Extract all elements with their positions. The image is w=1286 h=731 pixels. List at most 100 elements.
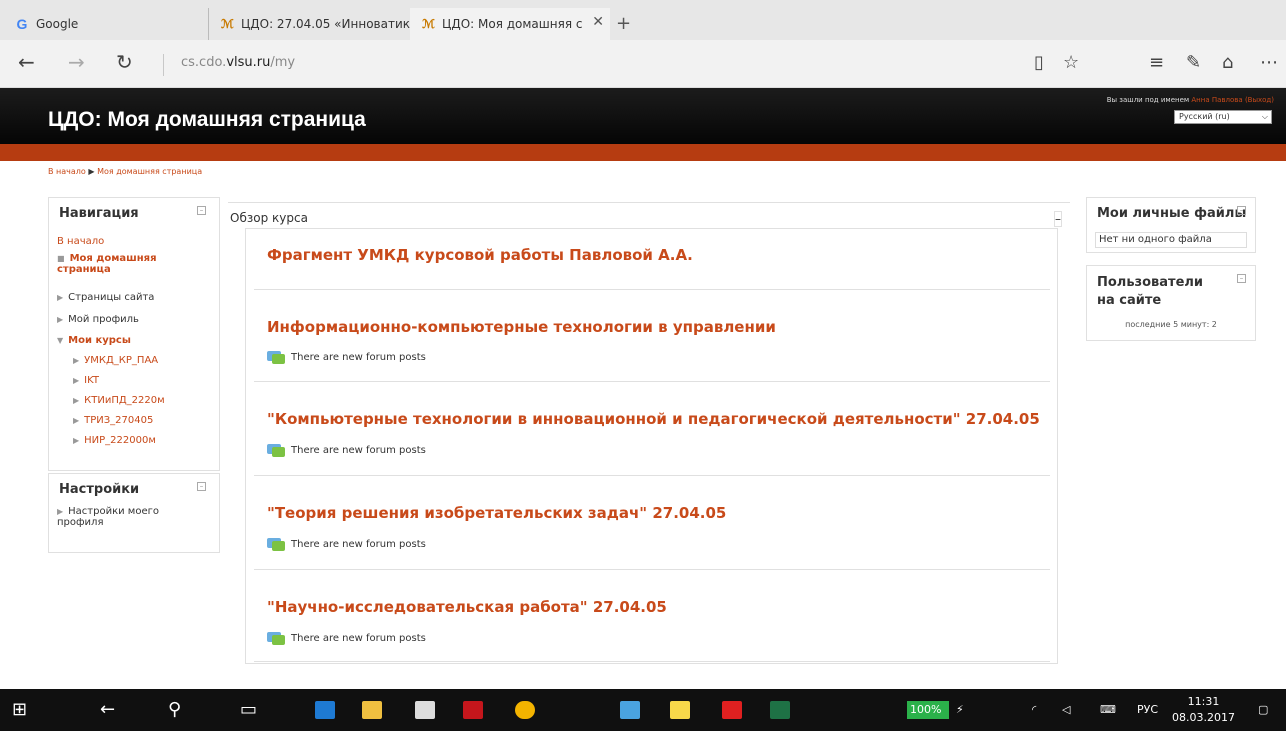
course-link[interactable]: "Компьютерные технологии в инновационной… — [267, 410, 1040, 428]
forum-notice: There are new forum posts — [267, 632, 426, 645]
more-icon[interactable]: ⋯ — [1260, 52, 1278, 73]
keyboard-icon[interactable]: ⌨ — [1100, 703, 1116, 716]
url-field[interactable]: cs.cdo.vlsu.ru/my — [181, 55, 295, 70]
online-users-status: последние 5 минут: 2 — [1125, 320, 1217, 329]
tab-innovatika[interactable]: ℳ ЦДО: 27.04.05 «Инноватик — [208, 8, 410, 40]
volume-icon[interactable]: ◁ — [1062, 703, 1070, 716]
windows-taskbar: ⊞ ← ⚲ ▭ 100% ⚡ ◜ ◁ ⌨ РУС 11:31 08.03.201… — [0, 689, 1286, 731]
files-empty-message: Нет ни одного файла — [1095, 232, 1247, 248]
windows-start-icon[interactable]: ⊞ — [12, 699, 27, 720]
breadcrumb-home[interactable]: В начало — [48, 167, 86, 176]
course-item: Информационно-компьютерные технологии в … — [254, 292, 1050, 382]
nav-course-1[interactable]: ▶ УМКД_КР_ПАА — [73, 355, 158, 366]
battery-indicator[interactable]: 100% — [907, 701, 949, 719]
forum-notice: There are new forum posts — [267, 538, 426, 551]
block-title: Навигация — [59, 206, 139, 221]
nav-my-courses[interactable]: ▼ Мои курсы — [57, 335, 131, 346]
hub-icon[interactable]: ≡ — [1149, 52, 1164, 73]
page-title: ЦДО: Моя домашняя страница — [48, 108, 366, 131]
forward-icon[interactable]: → — [68, 50, 85, 74]
expand-icon: ▶ — [57, 315, 64, 324]
task-view-icon[interactable]: ▭ — [240, 699, 257, 720]
nav-course-2[interactable]: ▶ IKT — [73, 375, 99, 386]
accent-bar — [0, 144, 1286, 161]
forum-notice: There are new forum posts — [267, 351, 426, 364]
store-icon[interactable] — [415, 701, 435, 719]
expand-icon: ▶ — [57, 293, 64, 302]
breadcrumb-current[interactable]: Моя домашняя страница — [97, 167, 202, 176]
power-icon[interactable]: ⚡ — [956, 703, 964, 716]
back-icon[interactable]: ← — [18, 50, 35, 74]
collapse-icon[interactable]: – — [197, 206, 206, 215]
collapse-arrow-icon: ▼ — [57, 336, 64, 345]
course-link[interactable]: "Теория решения изобретательских задач" … — [267, 504, 726, 522]
chevron-down-icon: ⌵ — [1261, 112, 1268, 121]
address-bar-row: ← → ↻ cs.cdo.vlsu.ru/my ▯ ☆ ≡ ✎ ⌂ ⋯ — [0, 40, 1286, 88]
collapse-icon[interactable]: – — [197, 482, 206, 491]
forum-icon — [267, 538, 285, 551]
block-title: Пользователи на сайте — [1097, 275, 1204, 308]
nav-my-profile[interactable]: ▶ Мой профиль — [57, 314, 139, 325]
user-link[interactable]: Анна Павлова — [1191, 96, 1242, 104]
online-users-block: Пользователи на сайте – последние 5 мину… — [1086, 265, 1256, 341]
breadcrumb: В начало ▶ Моя домашняя страница — [48, 167, 202, 176]
nav-my-home[interactable]: ■ Моя домашняя страница — [57, 253, 207, 275]
nav-course-5[interactable]: ▶ НИР_222000м — [73, 435, 156, 446]
course-link[interactable]: Фрагмент УМКД курсовой работы Павловой А… — [267, 246, 693, 264]
sticky-notes-icon[interactable] — [670, 701, 690, 719]
tab-label: ЦДО: 27.04.05 «Инноватик — [240, 17, 410, 31]
tab-google[interactable]: G Google — [8, 8, 204, 40]
file-explorer-icon[interactable] — [362, 701, 382, 719]
nav-home[interactable]: В начало — [57, 236, 104, 247]
forum-icon — [267, 632, 285, 645]
course-link[interactable]: Информационно-компьютерные технологии в … — [267, 318, 776, 336]
divider — [163, 54, 164, 76]
course-item: "Научно-исследовательская работа" 27.04.… — [254, 572, 1050, 662]
tab-homepage[interactable]: ℳ ЦДО: Моя домашняя с ✕ — [410, 8, 610, 40]
collapse-icon[interactable]: – — [1054, 211, 1062, 227]
new-tab-icon[interactable]: + — [616, 13, 631, 34]
course-link[interactable]: "Научно-исследовательская работа" 27.04.… — [267, 598, 667, 616]
login-info: Вы зашли под именем Анна Павлова (Выход) — [1106, 96, 1274, 104]
course-item: "Теория решения изобретательских задач" … — [254, 478, 1050, 570]
tab-label: Google — [36, 17, 79, 31]
nav-site-pages[interactable]: ▶ Страницы сайта — [57, 292, 154, 303]
web-note-icon[interactable]: ✎ — [1186, 52, 1201, 73]
notifications-icon[interactable]: ▢ — [1258, 703, 1268, 716]
nav-course-4[interactable]: ▶ ТРИЗ_270405 — [73, 415, 153, 426]
settings-profile-item[interactable]: ▶ Настройки моего профиля — [57, 506, 177, 528]
edge-browser-icon[interactable] — [315, 701, 335, 719]
mail-icon[interactable] — [463, 701, 483, 719]
wifi-icon[interactable]: ◜ — [1032, 703, 1036, 716]
back-icon[interactable]: ← — [100, 699, 115, 720]
course-item: "Компьютерные технологии в инновационной… — [254, 384, 1050, 476]
tab-label: ЦДО: Моя домашняя с — [442, 17, 583, 31]
reading-view-icon[interactable]: ▯ — [1034, 52, 1044, 73]
close-tab-icon[interactable]: ✕ — [592, 14, 604, 30]
collapse-icon[interactable]: – — [1237, 206, 1246, 215]
chrome-icon[interactable] — [515, 701, 535, 719]
forum-icon — [267, 444, 285, 457]
expand-icon: ▶ — [57, 507, 64, 516]
moodle-icon: ℳ — [422, 17, 435, 31]
language-indicator[interactable]: РУС — [1137, 703, 1158, 716]
refresh-icon[interactable]: ↻ — [116, 50, 133, 74]
forum-icon — [267, 351, 285, 364]
course-item: Фрагмент УМКД курсовой работы Павловой А… — [254, 234, 1050, 290]
pdf-reader-icon[interactable] — [722, 701, 742, 719]
nav-course-3[interactable]: ▶ КТИиПД_2220м — [73, 395, 165, 406]
block-title: Мои личные файлы — [1097, 206, 1247, 221]
clock[interactable]: 11:31 08.03.2017 — [1172, 694, 1235, 726]
moodle-icon: ℳ — [221, 17, 234, 31]
logout-link[interactable]: (Выход) — [1245, 96, 1274, 104]
settings-block: Настройки – ▶ Настройки моего профиля — [48, 473, 220, 553]
course-overview-header: Обзор курса – — [228, 202, 1070, 227]
search-icon[interactable]: ⚲ — [168, 699, 181, 720]
breadcrumb-separator: ▶ — [88, 167, 95, 176]
app-icon[interactable] — [620, 701, 640, 719]
language-select[interactable]: Русский (ru) ⌵ — [1174, 110, 1272, 124]
favorite-star-icon[interactable]: ☆ — [1063, 52, 1079, 73]
excel-icon[interactable] — [770, 701, 790, 719]
share-icon[interactable]: ⌂ — [1222, 52, 1233, 73]
collapse-icon[interactable]: – — [1237, 274, 1246, 283]
